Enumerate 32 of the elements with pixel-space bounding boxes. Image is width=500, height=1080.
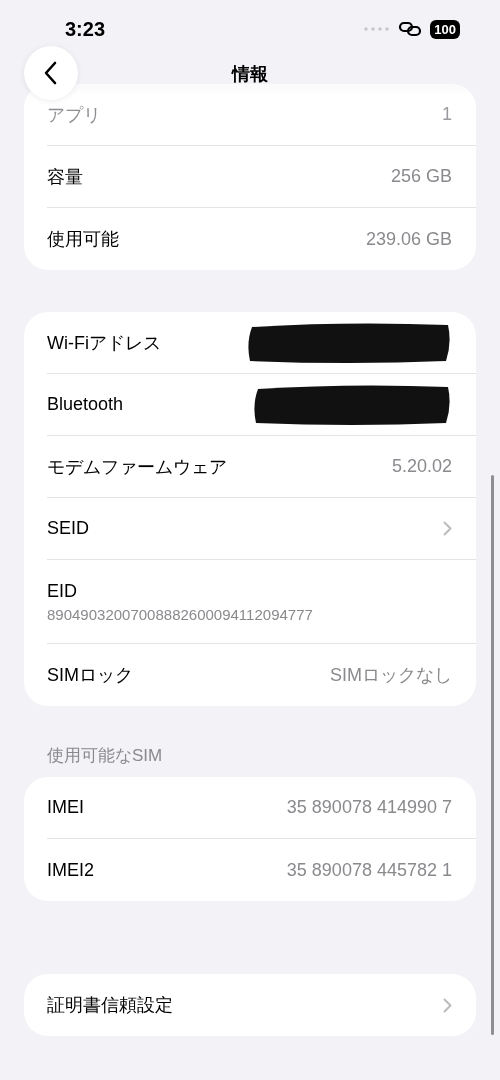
row-label: IMEI2 <box>47 859 94 881</box>
row-label: SEID <box>47 518 89 539</box>
status-time: 3:23 <box>65 17 106 41</box>
section-header: 使用可能なSIM <box>47 745 164 767</box>
settings-row[interactable]: SEID <box>47 498 476 560</box>
link-icon <box>398 21 423 37</box>
page-title: 情報 <box>232 63 268 86</box>
chevron-icon <box>443 521 452 536</box>
row-label: 証明書信頼設定 <box>47 994 173 1017</box>
row-label: アプリ <box>47 103 101 127</box>
row-value: 35 890078 445782 1 <box>286 859 452 881</box>
row-value: 1 <box>442 104 452 125</box>
row-label: SIMロック <box>47 664 133 687</box>
signal-icon <box>364 27 391 31</box>
row-value: SIMロックなし <box>330 664 452 687</box>
back-button[interactable] <box>24 46 78 100</box>
row-label: IMEI <box>47 797 84 818</box>
row-label: Wi-Fiアドレス <box>47 331 161 355</box>
row-value: 256 GB <box>390 166 452 187</box>
row-label: Bluetooth <box>47 394 124 415</box>
row-value: 5.20.02 <box>391 456 452 477</box>
row-value: 239.06 GB <box>365 228 452 250</box>
settings-row[interactable]: 証明書信頼設定 <box>47 974 476 1036</box>
row-label: 使用可能 <box>47 228 119 251</box>
row-label: モデムファームウェア <box>47 455 227 479</box>
row-value: 89049032007008882600094112094777 <box>47 605 313 623</box>
back-icon <box>44 61 58 85</box>
row-label: 容量 <box>47 165 83 189</box>
chevron-icon <box>443 997 452 1013</box>
battery-icon: 100 <box>430 19 460 39</box>
row-value: 35 890078 414990 7 <box>286 797 452 818</box>
row-label: EID <box>47 580 78 602</box>
